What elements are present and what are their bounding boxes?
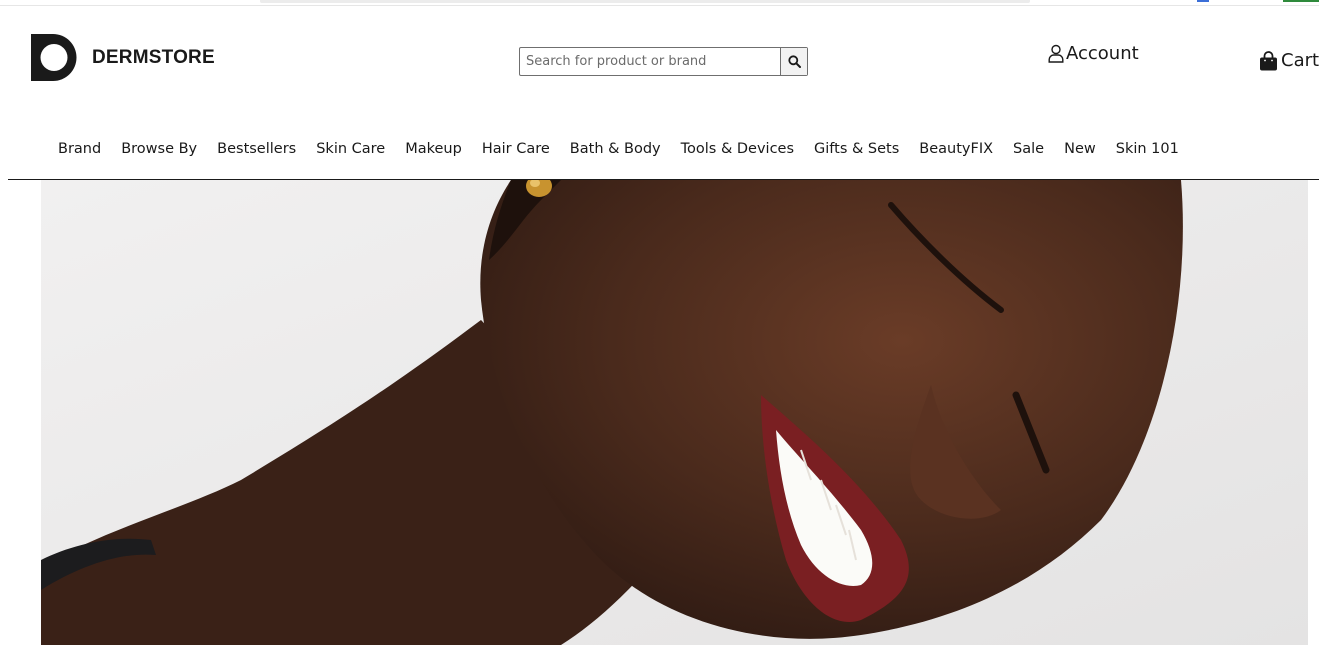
- dermstore-logo-link[interactable]: DERMSTORE: [31, 34, 215, 81]
- main-navigation: Brand Browse By Bestsellers Skin Care Ma…: [48, 137, 1189, 161]
- search-bar: [519, 47, 808, 76]
- hero-banner-image[interactable]: [41, 180, 1308, 645]
- account-link[interactable]: Account: [1048, 43, 1139, 64]
- hero-portrait-illustration: [41, 180, 1308, 645]
- nav-item-beautyfix[interactable]: BeautyFIX: [909, 141, 1003, 157]
- search-icon: [787, 55, 801, 68]
- brand-name: DERMSTORE: [92, 46, 215, 68]
- nav-item-new[interactable]: New: [1054, 141, 1106, 157]
- search-input[interactable]: [520, 48, 780, 75]
- nav-item-bestsellers[interactable]: Bestsellers: [207, 141, 306, 157]
- browser-top-strip: [0, 0, 1319, 6]
- nav-item-hair-care[interactable]: Hair Care: [472, 141, 560, 157]
- cart-label: Cart: [1281, 50, 1319, 71]
- user-icon: [1048, 44, 1064, 63]
- nav-item-bath-body[interactable]: Bath & Body: [560, 141, 671, 157]
- account-label: Account: [1066, 43, 1139, 64]
- nav-item-skin-care[interactable]: Skin Care: [306, 141, 395, 157]
- nav-item-sale[interactable]: Sale: [1003, 141, 1054, 157]
- dermstore-d-logo-icon: [31, 34, 77, 81]
- top-strip-green-chip: [1283, 0, 1319, 2]
- nav-item-gifts-sets[interactable]: Gifts & Sets: [804, 141, 909, 157]
- cart-link[interactable]: Cart: [1259, 50, 1319, 71]
- nav-item-browse-by[interactable]: Browse By: [111, 141, 207, 157]
- shopping-bag-icon: [1260, 50, 1277, 70]
- nav-item-tools-devices[interactable]: Tools & Devices: [671, 141, 804, 157]
- top-strip-blue-chip: [1197, 0, 1209, 2]
- nav-item-skin-101[interactable]: Skin 101: [1106, 141, 1189, 157]
- nav-item-makeup[interactable]: Makeup: [395, 141, 472, 157]
- top-strip-bar: [260, 0, 1030, 3]
- search-button[interactable]: [780, 48, 807, 75]
- nav-item-brand[interactable]: Brand: [48, 141, 111, 157]
